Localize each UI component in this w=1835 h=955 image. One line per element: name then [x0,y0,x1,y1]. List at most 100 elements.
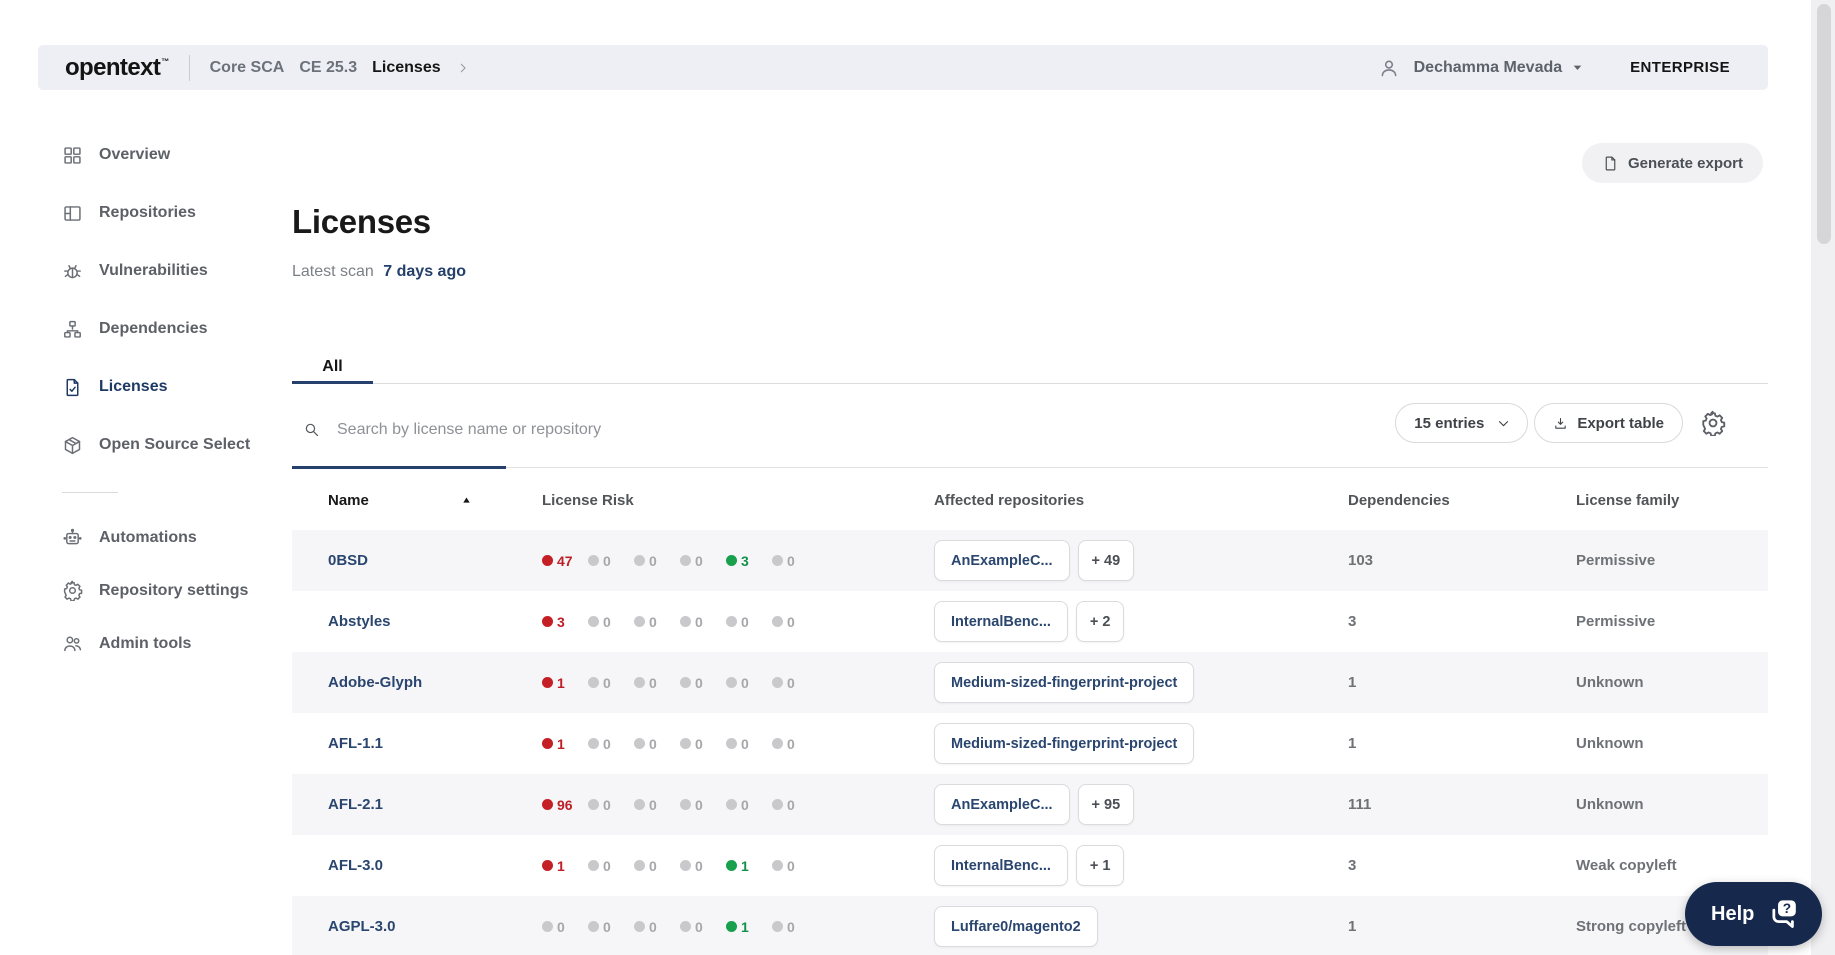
risk-number: 0 [741,613,749,630]
license-risk-cells: 1 0 0 0 0 0 [542,736,934,752]
risk-count-neutral: 0 [772,797,818,813]
risk-dot-neutral [726,799,737,810]
help-button[interactable]: Help ? [1685,882,1822,946]
risk-number: 0 [695,857,703,874]
search-input[interactable] [337,420,957,439]
risk-dot-neutral [726,616,737,627]
sidebar-item-admin-tools[interactable]: Admin tools [38,617,290,670]
risk-dot-neutral [634,738,645,749]
column-header-name[interactable]: Name [328,492,542,509]
export-table-label: Export table [1577,414,1664,432]
license-name-link[interactable]: AFL-1.1 [328,735,542,752]
license-name-link[interactable]: AFL-3.0 [328,857,542,874]
repo-chip[interactable]: InternalBenc... [934,845,1068,886]
risk-number: 0 [649,674,657,691]
risk-dot-neutral [726,738,737,749]
risk-count-neutral: 0 [542,919,588,935]
license-family: Unknown [1576,674,1644,691]
risk-number: 0 [695,613,703,630]
column-header-license-risk[interactable]: License Risk [542,492,934,509]
risk-dot-neutral [542,921,553,932]
repo-chip[interactable]: InternalBenc... [934,601,1068,642]
risk-number: 0 [787,613,795,630]
risk-dot-neutral [680,616,691,627]
license-name-link[interactable]: Abstyles [328,613,542,630]
risk-count-neutral: 0 [726,614,772,630]
tab-all[interactable]: All [292,352,373,384]
license-name-link[interactable]: Adobe-Glyph [328,674,542,691]
people-icon [62,633,83,654]
latest-scan-line: Latest scan 7 days ago [292,263,466,281]
more-repos-chip[interactable]: + 1 [1075,845,1125,886]
risk-number: 0 [741,796,749,813]
license-risk-cells: 1 0 0 0 0 0 [542,675,934,691]
risk-count-neutral: 0 [772,858,818,874]
chevron-right-icon[interactable] [456,61,470,75]
scrollbar-thumb[interactable] [1817,4,1831,244]
column-header-license-family[interactable]: License family [1576,492,1768,509]
sidebar-item-open-source-select[interactable]: Open Source Select [38,416,290,474]
sidebar-secondary-list: Automations Repository settings Admin to… [38,511,290,670]
download-icon [1553,416,1568,431]
top-header-bar: opentext ™ Core SCA CE 25.3 Licenses Dec… [38,45,1768,90]
risk-number: 0 [603,674,611,691]
sidebar-item-overview[interactable]: Overview [38,126,290,184]
risk-number: 1 [741,918,749,935]
risk-count-neutral: 0 [680,919,726,935]
chevron-down-icon [1496,416,1511,431]
risk-dot-neutral [772,555,783,566]
repo-chip[interactable]: Medium-sized-fingerprint-project [934,662,1195,703]
export-table-button[interactable]: Export table [1534,403,1683,443]
logo-text: opentext [65,53,161,81]
risk-count-red: 1 [542,675,588,691]
generate-export-label: Generate export [1627,154,1743,172]
risk-number: 0 [603,613,611,630]
column-header-affected-repositories[interactable]: Affected repositories [934,492,1348,509]
breadcrumb-current-page[interactable]: Licenses [372,59,440,77]
more-repos-chip[interactable]: + 49 [1077,540,1135,581]
sidebar-item-repository-settings[interactable]: Repository settings [38,564,290,617]
license-name-link[interactable]: AGPL-3.0 [328,918,542,935]
risk-number: 0 [787,735,795,752]
license-family: Permissive [1576,613,1656,630]
user-menu[interactable]: Dechamma Mevada [1414,59,1563,77]
generate-export-button[interactable]: Generate export [1581,143,1763,183]
sort-ascending-icon[interactable] [461,495,472,506]
main-content: Generate export Licenses Latest scan 7 d… [292,90,1768,955]
license-name-link[interactable]: 0BSD [328,552,542,569]
affected-repos-cell: Medium-sized-fingerprint-project [934,662,1348,703]
column-header-dependencies[interactable]: Dependencies [1348,492,1576,509]
sidebar-item-dependencies[interactable]: Dependencies [38,300,290,358]
sidebar-item-vulnerabilities[interactable]: Vulnerabilities [38,242,290,300]
risk-count-red: 1 [542,858,588,874]
more-repos-chip[interactable]: + 2 [1075,601,1125,642]
license-family: Unknown [1576,735,1644,752]
sidebar-item-repositories[interactable]: Repositories [38,184,290,242]
repo-chip[interactable]: Luffare0/magento2 [934,906,1098,947]
risk-number: 0 [603,918,611,935]
repo-chip[interactable]: AnExampleC... [934,784,1070,825]
breadcrumb: Core SCA CE 25.3 Licenses [210,59,470,77]
license-name-link[interactable]: AFL-2.1 [328,796,542,813]
caret-down-icon[interactable] [1571,61,1584,74]
entries-per-page-dropdown[interactable]: 15 entries [1395,403,1529,443]
risk-number: 0 [695,796,703,813]
risk-count-neutral: 0 [680,675,726,691]
repo-chip[interactable]: AnExampleC... [934,540,1070,581]
risk-number: 0 [649,613,657,630]
table-row: 0BSD 47 0 0 0 3 0 AnExampleC... + 49 103 Permi… [292,530,1768,591]
risk-count-neutral: 0 [588,553,634,569]
scrollbar[interactable] [1811,0,1835,955]
repo-chip[interactable]: Medium-sized-fingerprint-project [934,723,1195,764]
sidebar-item-licenses[interactable]: Licenses [38,358,290,416]
affected-repos-cell: InternalBenc... + 2 [934,601,1348,642]
risk-count-neutral: 0 [772,553,818,569]
risk-count-red: 96 [542,797,588,813]
table-body: 0BSD 47 0 0 0 3 0 AnExampleC... + 49 103 Permi… [292,530,1768,955]
table-settings-button[interactable] [1693,403,1733,443]
risk-number: 3 [557,613,565,630]
affected-repos-cell: Luffare0/magento2 [934,906,1348,947]
risk-number: 0 [787,674,795,691]
more-repos-chip[interactable]: + 95 [1077,784,1135,825]
sidebar-item-automations[interactable]: Automations [38,511,290,564]
